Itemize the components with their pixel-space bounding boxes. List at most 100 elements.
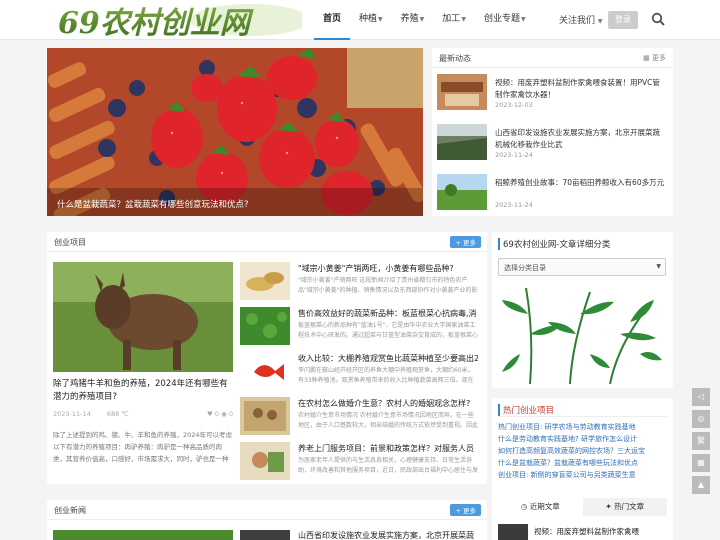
panel-header: 创业项目 + 更多 — [47, 232, 487, 252]
feature-views: 688 ℃ — [106, 410, 129, 418]
news-thumbnail — [240, 530, 290, 540]
news-thumbnail — [53, 530, 233, 540]
login-button[interactable]: 登录 — [608, 11, 638, 29]
hot-link[interactable]: 如何打造高频复高效蔬菜的网控农场？三大运宝 — [498, 446, 668, 456]
share-icon[interactable]: ◁ — [692, 388, 710, 406]
list-thumbnail — [240, 397, 290, 435]
hot-link[interactable]: 热门创业项目: 研学农场与劳动教育实践基地 — [498, 422, 668, 432]
news-title[interactable]: 山西省印发设施农业发展实施方案，北京开展菜蔬 — [298, 530, 474, 540]
nav-planting[interactable]: 种植▼ — [350, 0, 392, 40]
feature-image[interactable] — [53, 262, 233, 372]
list-desc: 板蓝根菜心的新品种有"蓝油1号"，它是由华中农业大学国家油菜工程技术中心研发的。… — [298, 322, 478, 339]
follow-us-menu[interactable]: 关注我们 ▼ — [559, 13, 603, 26]
site-logo[interactable]: 69农村创业网 — [50, 2, 302, 38]
heart-icon[interactable]: ♥ — [207, 410, 213, 418]
category-select[interactable]: 选择分类目录 ▼ — [498, 258, 666, 276]
chevron-down-icon: ▼ — [520, 16, 526, 23]
category-panel: 69农村创业网-文章详细分类 选择分类目录 ▼ — [492, 232, 673, 388]
nav-topics[interactable]: 创业专题▼ — [475, 0, 535, 40]
chevron-down-icon: ▼ — [596, 18, 603, 25]
list-thumbnail — [240, 262, 290, 300]
slider-caption[interactable]: 什么是盆栽蔬菜？盆栽蔬菜有哪些创意玩法和优点? — [57, 198, 249, 210]
panel-title: 69农村创业网-文章详细分类 — [498, 238, 610, 250]
list-desc: 李闪鹏在鞍山经开经开区的养鱼大棚中养殖观赏鱼，大棚约60米，有33种养殖池。观赏… — [298, 367, 474, 384]
list-item[interactable]: 售价高效益好的蔬菜新品种：板蓝根菜心抗病毒,消 板蓝根菜心的新品种有"蓝油1号"… — [240, 307, 478, 351]
more-link[interactable]: ▦ 更多 — [643, 53, 666, 63]
hot-link[interactable]: 什么是劳动教育实践基地? 研学旅作怎么设计 — [498, 434, 668, 444]
news-title[interactable]: 视频：用废弃塑料盆制作家禽喂食装置！用PVC管制作家禽饮水器！ — [495, 77, 667, 101]
feature-stats: ♥ 0 ◉ 0 — [206, 410, 233, 418]
tab-popular[interactable]: ✦ 热门文章 — [583, 498, 668, 516]
news-thumbnail — [437, 74, 487, 110]
site-header: 69农村创业网 首页 种植▼ 养殖▼ 加工▼ 创业专题▼ 关注我们 ▼ 登录 — [0, 0, 720, 40]
list-title[interactable]: 收入比较：大棚养殖观赏鱼比蔬菜种植至少要高出2 — [298, 353, 478, 364]
panel-title: 最新动态 — [439, 54, 471, 63]
latest-news-panel: 最新动态 ▦ 更多 视频：用废弃塑料盆制作家禽喂食装置！用PVC管制作家禽饮水器… — [432, 48, 673, 216]
news-date: 2023-11-24 — [495, 151, 533, 159]
news-item[interactable]: 山西省印发设施农业发展实施方案，北京开展菜蔬机械化移栽作业比武 2023-11-… — [437, 124, 673, 168]
list-thumbnail — [240, 352, 290, 390]
svg-text:69农村创业网: 69农村创业网 — [58, 6, 254, 38]
feature-title[interactable]: 除了鸡猪牛羊和鱼的养殖，2024年还有哪些有潜力的养殖项目? — [53, 378, 233, 404]
feature-date: 2023-11-14 — [53, 410, 91, 418]
news-item[interactable]: 稻鲸养殖创业故事：70亩稻田养鲸收入有60多万元 2023-11-24 — [437, 174, 673, 218]
tab-recent[interactable]: ◷ 近期文章 — [498, 498, 583, 516]
clock-icon: ◷ — [520, 502, 528, 511]
news-thumbnail — [437, 124, 487, 160]
wechat-icon[interactable]: ◎ — [692, 410, 710, 428]
back-to-top-icon[interactable]: ▲ — [692, 476, 710, 494]
chevron-down-icon: ▼ — [378, 16, 383, 23]
news-date: 2023-12-03 — [495, 101, 533, 109]
list-title[interactable]: 养老上门服务项目：前景和政策怎样？对服务人员 — [298, 443, 478, 454]
nav-processing[interactable]: 加工▼ — [433, 0, 475, 40]
main-nav: 首页 种植▼ 养殖▼ 加工▼ 创业专题▼ — [314, 0, 535, 40]
news-title[interactable]: 山西省印发设施农业发展实施方案，北京开展菜蔬机械化移栽作业比武 — [495, 127, 667, 151]
news-panel: 创业新闻 + 更多 山西省印发设施农业发展实施方案，北京开展菜蔬 — [47, 500, 487, 540]
list-item[interactable]: 在农村怎么做婚介生意？农村人的婚姻观念怎样? 农村婚介生意市场情况 农村婚介生意… — [240, 397, 478, 441]
projects-panel: 创业项目 + 更多 除了鸡猪牛羊和鱼的养殖，2024年还有哪些有潜力的养殖项目?… — [47, 232, 487, 484]
hot-projects-panel: 热门创业项目 热门创业项目: 研学农场与劳动教育实践基地 什么是劳动教育实践基地… — [492, 398, 673, 540]
search-icon[interactable] — [651, 12, 665, 26]
panel-title: 热门创业项目 — [498, 404, 554, 416]
list-item[interactable]: 收入比较：大棚养殖观赏鱼比蔬菜种植至少要高出2 李闪鹏在鞍山经开经开区的养鱼大棚… — [240, 352, 478, 396]
news-item[interactable]: 视频：用废弃塑料盆制作家禽喂食装置！用PVC管制作家禽饮水器！ 2023-12-… — [437, 74, 673, 118]
comment-icon[interactable]: ◉ — [221, 410, 227, 418]
grid-icon[interactable]: ▦ — [692, 454, 710, 472]
panel-title: 创业新闻 — [54, 506, 86, 515]
hero-slider[interactable]: 什么是盆栽蔬菜？盆栽蔬菜有哪些创意玩法和优点? — [47, 48, 423, 216]
fire-icon: ✦ — [605, 502, 612, 511]
list-title[interactable]: 售价高效益好的蔬菜新品种：板蓝根菜心抗病毒,消 — [298, 308, 478, 319]
news-thumbnail — [437, 174, 487, 210]
more-button[interactable]: + 更多 — [450, 236, 481, 248]
panel-title: 创业项目 — [54, 238, 86, 247]
chevron-down-icon: ▼ — [419, 16, 425, 23]
chevron-down-icon: ▼ — [656, 263, 661, 270]
list-desc: 农村婚介生意市场情况 农村婚介生意市场情况因地区而异。在一些地区，由于人口基数较… — [298, 412, 478, 429]
more-button[interactable]: + 更多 — [450, 504, 481, 516]
chevron-down-icon: ▼ — [461, 16, 466, 23]
list-title[interactable]: "域宗小黄姜"产销两旺，小黄姜有哪些品种? — [298, 263, 478, 274]
news-date: 2023-11-24 — [495, 201, 533, 209]
list-desc: 为居家老年人提供的与生活息息相关，心理健康支持、日常生活协助，环境改善和其他服务… — [298, 457, 478, 474]
hot-link[interactable]: 创业项目: 新侧的穿盲菜公司与另类蔬菜生意 — [498, 470, 668, 480]
hot-link[interactable]: 什么是盆栽蔬菜？盆栽蔬菜有哪些玩法和优点 — [498, 458, 668, 468]
nav-breeding[interactable]: 养殖▼ — [392, 0, 434, 40]
feature-desc: 除了上述提到的鸡、猪、牛、羊和鱼的养殖，2024年可以考虑以下有潜力的养殖项目：… — [53, 431, 233, 463]
list-desc: "域宗小黄姜"产销两旺 这段新闻介绍了贵州省都匀市的特色农产品"域宗小黄姜"的种… — [298, 277, 478, 294]
news-title[interactable]: 稻鲸养殖创业故事：70亩稻田养鲸收入有60多万元 — [495, 177, 667, 189]
bamboo-illustration — [502, 287, 662, 384]
tab-thumbnail — [498, 524, 528, 540]
list-thumbnail — [240, 307, 290, 345]
tab-bar: ◷ 近期文章 ✦ 热门文章 — [498, 498, 667, 516]
panel-header: 最新动态 ▦ 更多 — [432, 48, 673, 68]
nav-home[interactable]: 首页 — [314, 0, 351, 40]
list-item[interactable]: 养老上门服务项目：前景和政策怎样？对服务人员 为居家老年人提供的与生活息息相关，… — [240, 442, 478, 486]
tab-item-title[interactable]: 视频：用废弃塑料盆制作家禽喂 — [534, 526, 639, 537]
list-item[interactable]: "域宗小黄姜"产销两旺，小黄姜有哪些品种? "域宗小黄姜"产销两旺 这段新闻介绍… — [240, 262, 478, 306]
panel-header: 创业新闻 + 更多 — [47, 500, 487, 520]
list-title[interactable]: 在农村怎么做婚介生意？农村人的婚姻观念怎样? — [298, 398, 478, 409]
traditional-chinese-icon[interactable]: 繁 — [692, 432, 710, 450]
hero-image — [47, 48, 423, 216]
list-thumbnail — [240, 442, 290, 480]
feature-meta: 2023-11-14 688 ℃ ♥ 0 ◉ 0 — [53, 410, 233, 418]
